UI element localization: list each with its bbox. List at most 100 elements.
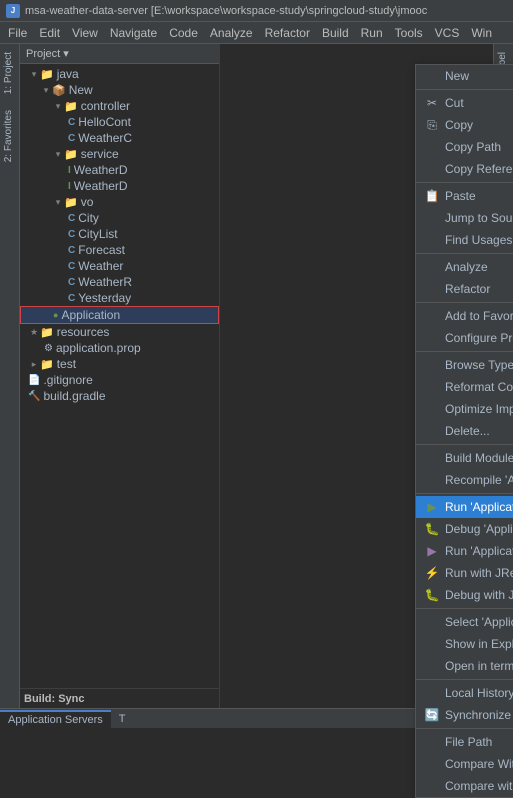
ctx-item-find-usages[interactable]: Find Usages Ctrl+G [416, 229, 513, 251]
ctx-item-reformat[interactable]: Reformat Code Ctrl+Alt+L [416, 376, 513, 398]
bottom-tab-t[interactable]: T [111, 711, 134, 727]
ctx-item-delete[interactable]: Delete... Delete [416, 420, 513, 442]
ctx-item-debug-jrebel[interactable]: 🐛 Debug with JRebel 'Application' [416, 584, 513, 606]
delete-icon [424, 423, 440, 439]
tree-label: City [78, 211, 99, 225]
tree-label: .gitignore [43, 373, 92, 387]
menu-win[interactable]: Win [465, 24, 498, 42]
tree-item-weatherd1[interactable]: I WeatherD [20, 162, 219, 178]
tree-label: WeatherD [74, 179, 128, 193]
menu-tools[interactable]: Tools [389, 24, 429, 42]
tree-item-buildgradle[interactable]: 🔨 build.gradle [20, 388, 219, 404]
tree-arrow: ★ [28, 326, 40, 338]
menu-analyze[interactable]: Analyze [204, 24, 259, 42]
tree-item-weatherc[interactable]: C WeatherC [20, 130, 219, 146]
ctx-item-new[interactable]: New ▶ [416, 65, 513, 87]
tree-arrow: ▾ [28, 68, 40, 80]
tree-item-forecast[interactable]: C Forecast [20, 242, 219, 258]
ctx-item-copy-reference[interactable]: Copy Reference Ctrl+Alt+Shift+C [416, 158, 513, 180]
ctx-item-refactor[interactable]: Refactor ▶ [416, 278, 513, 300]
tree-item-resources[interactable]: ★ 📁 resources [20, 324, 219, 340]
sidebar-tab-project[interactable]: 1: Project [0, 44, 19, 102]
window-title: msa-weather-data-server [E:\workspace\wo… [25, 5, 427, 17]
menu-vcs[interactable]: VCS [429, 24, 466, 42]
tree-item-weatherr[interactable]: C WeatherR [20, 274, 219, 290]
ctx-item-show-explorer[interactable]: Show in Explorer [416, 633, 513, 655]
tree-item-hellocont[interactable]: C HelloCont [20, 114, 219, 130]
ctx-item-optimize[interactable]: Optimize Imports Ctrl+Alt+O [416, 398, 513, 420]
tree-item-test[interactable]: ▸ 📁 test [20, 356, 219, 372]
ctx-label: Jump to Source [445, 211, 513, 225]
project-panel-header[interactable]: Project ▾ [20, 44, 219, 64]
hierarchy-icon [424, 357, 440, 373]
package-icon: 📦 [52, 84, 66, 97]
tree-item-citylist[interactable]: C CityList [20, 226, 219, 242]
file-icon: 📄 [28, 375, 40, 386]
ctx-label: Add to Favorites [445, 309, 513, 323]
sync-icon: 🔄 [424, 707, 440, 723]
tree-item-java[interactable]: ▾ 📁 java [20, 66, 219, 82]
sidebar-tab-favorites[interactable]: 2: Favorites [0, 102, 19, 170]
bottom-tab-app-servers[interactable]: Application Servers [0, 710, 111, 728]
ctx-item-copy[interactable]: ⎘ Copy Ctrl+C [416, 114, 513, 136]
context-menu: New ▶ ✂ Cut Ctrl+X ⎘ Copy Ctrl+C Copy Pa… [415, 64, 513, 798]
ctx-divider [416, 493, 513, 494]
menu-navigate[interactable]: Navigate [104, 24, 163, 42]
ctx-item-paste[interactable]: 📋 Paste Ctrl+V [416, 185, 513, 207]
tree-item-gitignore[interactable]: 📄 .gitignore [20, 372, 219, 388]
menu-refactor[interactable]: Refactor [259, 24, 316, 42]
ctx-label: Run 'Application' [445, 500, 513, 514]
folder-icon: 📁 [40, 326, 54, 339]
menu-file[interactable]: File [2, 24, 33, 42]
ctx-label: Refactor [445, 282, 513, 296]
tree-label: WeatherD [74, 163, 128, 177]
tree-item-com-study[interactable]: ▾ 📦 New [20, 82, 219, 98]
ctx-item-recompile[interactable]: Recompile 'Application.java' Ctrl+Shift+… [416, 469, 513, 491]
ctx-item-local-history[interactable]: Local History ▶ [416, 682, 513, 704]
menu-build[interactable]: Build [316, 24, 355, 42]
ctx-item-analyze[interactable]: Analyze ▶ [416, 256, 513, 278]
ctx-item-debug-application[interactable]: 🐛 Debug 'Application' [416, 518, 513, 540]
tree-arrow: ▾ [52, 148, 64, 160]
tree-arrow: ▾ [52, 100, 64, 112]
ctx-item-build-module[interactable]: Build Module 'msa-weather-data-server_ma… [416, 447, 513, 469]
ctx-item-run-jrebel[interactable]: ⚡ Run with JRebel 'Application' [416, 562, 513, 584]
paste-icon: 📋 [424, 188, 440, 204]
class-icon: C [68, 261, 75, 272]
ctx-item-compare-with[interactable]: Compare With... Ctrl+D [416, 753, 513, 775]
tree-label: test [57, 357, 76, 371]
ctx-item-add-favorites[interactable]: Add to Favorites [416, 305, 513, 327]
tree-label: Forecast [78, 243, 125, 257]
ctx-item-browse-hierarchy[interactable]: Browse Type Hierarchy F4 [416, 354, 513, 376]
ctx-label: Browse Type Hierarchy [445, 358, 513, 372]
tree-item-service[interactable]: ▾ 📁 service [20, 146, 219, 162]
jrebel-run-icon: ⚡ [424, 565, 440, 581]
tree-item-yesterday[interactable]: C Yesterday [20, 290, 219, 306]
ctx-item-jump-source[interactable]: Jump to Source F12 [416, 207, 513, 229]
ctx-item-copy-path[interactable]: Copy Path Ctrl+Shift+C [416, 136, 513, 158]
ctx-item-configure-subset[interactable]: Configure Project Subset... [416, 327, 513, 349]
app-icon: J [6, 4, 20, 18]
tree-item-application[interactable]: ● Application [20, 306, 219, 324]
ctx-item-synchronize[interactable]: 🔄 Synchronize 'Application.java' [416, 704, 513, 726]
ctx-item-file-path[interactable]: File Path Ctrl+Alt+F12 [416, 731, 513, 753]
tree-item-appprops[interactable]: ⚙ application.prop [20, 340, 219, 356]
tree-item-city[interactable]: C City [20, 210, 219, 226]
ctx-item-run-application[interactable]: ▶ Run 'Application' Ctrl+Shift+F10 [416, 496, 513, 518]
ctx-item-run-coverage[interactable]: ▶ Run 'Application' with Coverage [416, 540, 513, 562]
ctx-item-compare-clipboard[interactable]: Compare with Clipboard [416, 775, 513, 797]
menu-run[interactable]: Run [355, 24, 389, 42]
tree-item-controller[interactable]: ▾ 📁 controller [20, 98, 219, 114]
tree-item-weather[interactable]: C Weather [20, 258, 219, 274]
ctx-divider [416, 728, 513, 729]
menu-view[interactable]: View [66, 24, 104, 42]
menu-edit[interactable]: Edit [33, 24, 66, 42]
tree-item-vo[interactable]: ▾ 📁 vo [20, 194, 219, 210]
tree-label: build.gradle [43, 389, 105, 403]
ctx-item-open-terminal[interactable]: Open in terminal [416, 655, 513, 677]
tree-item-weatherd2[interactable]: I WeatherD [20, 178, 219, 194]
ctx-label: Compare with Clipboard [445, 779, 513, 793]
ctx-item-select[interactable]: Select 'Application' [416, 611, 513, 633]
menu-code[interactable]: Code [163, 24, 204, 42]
ctx-item-cut[interactable]: ✂ Cut Ctrl+X [416, 92, 513, 114]
